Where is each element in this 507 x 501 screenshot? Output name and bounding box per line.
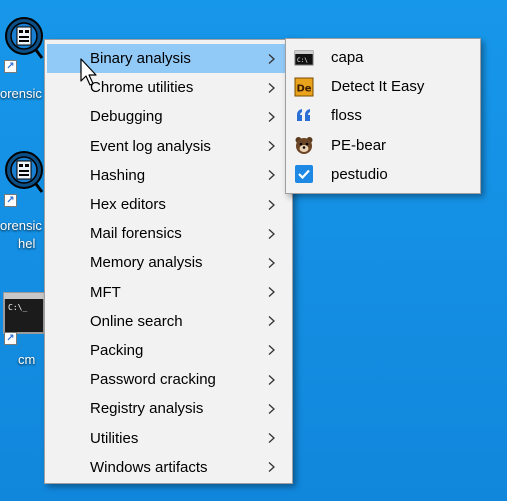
menu-item-label: Mail forensics [90,225,182,243]
submenu-item-pestudio[interactable]: pestudio [288,160,478,189]
submenu-item-capa[interactable]: C:\ capa [288,43,478,72]
chevron-right-icon [268,170,275,181]
menu-item-registry-analysis[interactable]: Registry analysis [47,394,290,423]
menu-item-windows-artifacts[interactable]: Windows artifacts [47,453,290,482]
console-icon: C:\ [294,50,314,66]
menu-item-mail-forensics[interactable]: Mail forensics [47,219,290,248]
menu-item-label: Utilities [90,429,139,447]
menu-item-label: Online search [90,312,183,330]
chevron-right-icon [268,228,275,239]
mouse-cursor-icon [80,58,97,86]
menu-item-debugging[interactable]: Debugging [47,102,290,131]
desktop-icon-label: hel [18,236,36,251]
command-prompt-icon: C:\_ [3,292,45,334]
menu-item-label: Event log analysis [90,137,211,155]
chevron-right-icon [268,53,275,64]
desktop-icon-label: orensic [0,86,42,101]
chevron-right-icon [268,199,275,210]
checkbox-icon [295,165,313,184]
svg-text:C:\: C:\ [297,57,308,64]
menu-item-utilities[interactable]: Utilities [47,423,290,452]
chevron-right-icon [268,316,275,327]
quote-icon [297,108,310,121]
shortcut-arrow-icon: ↗ [4,194,17,207]
menu-item-label: MFT [90,283,121,301]
chevron-right-icon [268,433,275,444]
shortcut-arrow-icon: ↗ [4,332,17,345]
submenu-item-pe-bear[interactable]: PE-bear [288,131,478,160]
menu-item-label: Memory analysis [90,254,203,272]
binary-analysis-submenu: C:\ capa De Detect It Easy floss PE-bear [285,38,481,194]
submenu-item-floss[interactable]: floss [288,101,478,130]
context-menu: Binary analysis Chrome utilities Debuggi… [44,39,293,484]
chevron-right-icon [268,111,275,122]
menu-item-label: Windows artifacts [90,458,208,476]
submenu-item-detect-it-easy[interactable]: De Detect It Easy [288,72,478,101]
menu-item-memory-analysis[interactable]: Memory analysis [47,248,290,277]
menu-item-label: Hashing [90,166,146,184]
menu-item-label: Binary analysis [90,50,191,68]
menu-item-hex-editors[interactable]: Hex editors [47,190,290,219]
menu-item-label: Packing [90,341,144,359]
chevron-right-icon [268,403,275,414]
chevron-right-icon [268,257,275,268]
menu-item-label: Password cracking [90,371,216,389]
chevron-right-icon [268,287,275,298]
chevron-right-icon [268,462,275,473]
desktop-icon-label: cm [18,352,36,367]
svg-text:De: De [297,83,312,94]
menu-item-hashing[interactable]: Hashing [47,161,290,190]
menu-item-label: Chrome utilities [90,79,194,97]
menu-item-packing[interactable]: Packing [47,336,290,365]
shortcut-arrow-icon: ↗ [4,60,17,73]
chevron-right-icon [268,374,275,385]
menu-item-online-search[interactable]: Online search [47,307,290,336]
chevron-right-icon [268,141,275,152]
menu-item-label: Registry analysis [90,400,204,418]
bear-icon [295,137,313,155]
desktop-icon-label: orensic [0,218,42,233]
menu-item-mft[interactable]: MFT [47,278,290,307]
svg-text:C:\_: C:\_ [8,303,27,312]
chevron-right-icon [268,345,275,356]
menu-item-label: Debugging [90,108,163,126]
menu-item-label: Hex editors [90,196,166,214]
menu-item-password-cracking[interactable]: Password cracking [47,365,290,394]
detect-it-easy-icon: De [294,77,314,97]
chevron-right-icon [268,82,275,93]
menu-item-event-log-analysis[interactable]: Event log analysis [47,132,290,161]
